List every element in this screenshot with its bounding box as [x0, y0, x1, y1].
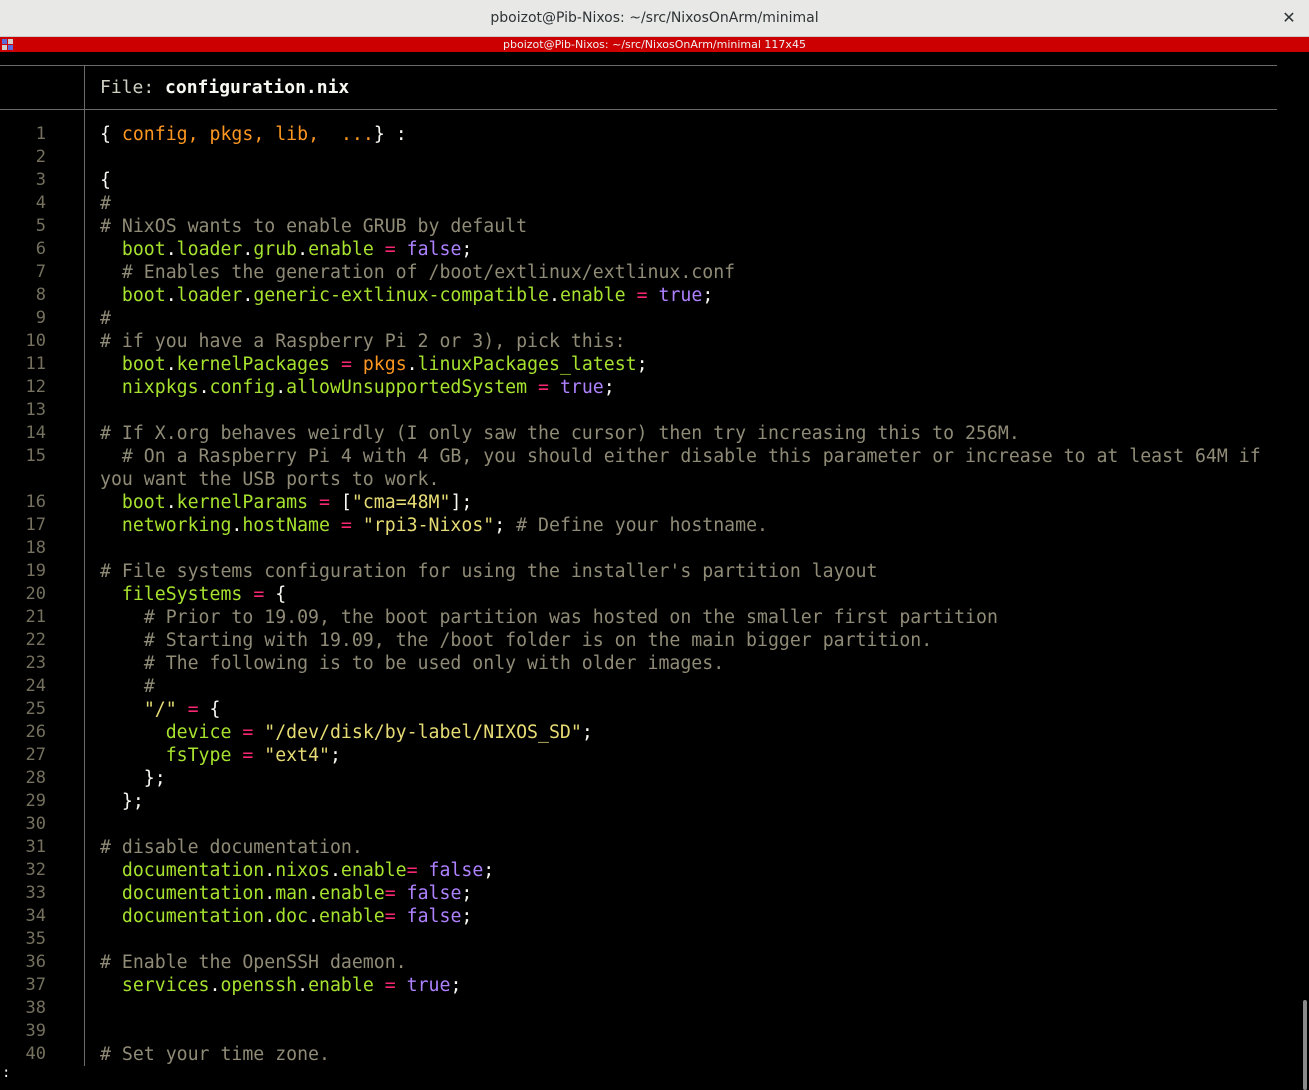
window-titlebar: pboizot@Pib-Nixos: ~/src/NixosOnArm/mini… [0, 0, 1309, 37]
line-number: 28 [25, 768, 46, 788]
code-line: # [100, 308, 111, 329]
code-line: # Enables the generation of /boot/extlin… [121, 262, 736, 283]
code-line: # NixOS wants to enable GRUB by default [100, 216, 528, 237]
line-number: 4 [35, 193, 46, 213]
line-number: 34 [25, 906, 46, 926]
terminal-tab-title: pboizot@Pib-Nixos: ~/src/NixosOnArm/mini… [503, 38, 806, 51]
code-line: networking.hostName = "rpi3-Nixos"; # De… [121, 515, 768, 536]
line-number: 29 [25, 791, 46, 811]
line-number: 7 [35, 262, 46, 282]
code-line: fsType = "ext4"; [165, 745, 341, 766]
line-number: 25 [25, 699, 46, 719]
code-line: # disable documentation. [100, 837, 363, 858]
terminal-viewport[interactable]: File: configuration.nix 1 2 3 4 5 6 7 8 9 10 11 12 1… [0, 52, 1309, 1090]
line-number: 5 [35, 216, 46, 236]
line-number: 26 [25, 722, 46, 742]
code-line: device = "/dev/disk/by-label/NIXOS_SD"; [165, 722, 593, 743]
line-number: 39 [25, 1021, 46, 1041]
close-icon[interactable]: ✕ [1277, 6, 1301, 30]
code-line: # Prior to 19.09, the boot partition was… [143, 607, 998, 628]
line-number: 22 [25, 630, 46, 650]
code-line: # If X.org behaves weirdly (I only saw t… [100, 423, 1020, 444]
code-line: }; [100, 791, 144, 812]
line-number: 3 [35, 170, 46, 190]
line-number: 1 [35, 124, 46, 144]
code-line: { config, pkgs, lib, ...} : [100, 124, 407, 145]
line-number: 20 [25, 584, 46, 604]
code-line: # File systems configuration for using t… [100, 561, 878, 582]
line-number: 18 [25, 538, 46, 558]
header-bottom-rule [0, 109, 1277, 110]
line-number: 35 [25, 929, 46, 949]
code-line: services.openssh.enable = true; [121, 975, 462, 996]
file-header: File: configuration.nix [100, 77, 349, 99]
code-line: documentation.doc.enable= false; [121, 906, 473, 927]
code-line: # if you have a Raspberry Pi 2 or 3), pi… [100, 331, 626, 352]
code-line: # [100, 193, 111, 214]
pager-prompt[interactable]: : [2, 1065, 10, 1081]
terminal-tab-bar: pboizot@Pib-Nixos: ~/src/NixosOnArm/mini… [0, 37, 1309, 52]
line-number: 11 [25, 354, 46, 374]
line-number: 10 [25, 331, 46, 351]
code-line: # Enable the OpenSSH daemon. [100, 952, 407, 973]
code-line: boot.loader.grub.enable = false; [121, 239, 473, 260]
file-name: configuration.nix [165, 77, 350, 98]
code-area[interactable]: { config, pkgs, lib, ...} :{# # NixOS wan… [100, 123, 1275, 1066]
line-number: 8 [35, 285, 46, 305]
file-label: File: [100, 77, 166, 98]
code-line: { [100, 170, 111, 191]
line-number: 6 [35, 239, 46, 259]
line-number: 17 [25, 515, 46, 535]
header-divider [84, 66, 85, 109]
code-line: documentation.nixos.enable= false; [121, 860, 495, 881]
line-number: 9 [35, 308, 46, 328]
code-line: # On a Raspberry Pi 4 with 4 GB, you sho… [100, 446, 1272, 490]
line-number: 36 [25, 952, 46, 972]
code-line: boot.loader.generic-extlinux-compatible.… [121, 285, 714, 306]
gutter-divider [84, 110, 85, 1066]
line-number-gutter: 1 2 3 4 5 6 7 8 9 10 11 12 13 14 15 16 17 18 19 20 21 22 23 24 2… [0, 123, 46, 1066]
line-number: 16 [25, 492, 46, 512]
window-title: pboizot@Pib-Nixos: ~/src/NixosOnArm/mini… [490, 10, 819, 26]
line-number: 30 [25, 814, 46, 834]
line-number: 21 [25, 607, 46, 627]
code-line: documentation.man.enable= false; [121, 883, 473, 904]
code-line: }; [100, 768, 166, 789]
line-number: 19 [25, 561, 46, 581]
line-number: 2 [35, 147, 46, 167]
line-number: 31 [25, 837, 46, 857]
code-line: # Set your time zone. [100, 1044, 330, 1065]
scrollbar-thumb[interactable] [1303, 1000, 1307, 1090]
code-line: "/" = { [143, 699, 221, 720]
line-number: 13 [25, 400, 46, 420]
code-line: # [143, 676, 155, 697]
line-number: 38 [25, 998, 46, 1018]
line-number: 32 [25, 860, 46, 880]
code-line: # The following is to be used only with … [143, 653, 725, 674]
line-number: 27 [25, 745, 46, 765]
line-number: 23 [25, 653, 46, 673]
code-line: boot.kernelParams = ["cma=48M"]; [121, 492, 473, 513]
code-line: fileSystems = { [121, 584, 287, 605]
line-number: 15 [25, 446, 46, 466]
header-top-rule [0, 65, 1277, 66]
line-number: 12 [25, 377, 46, 397]
code-line: nixpkgs.config.allowUnsupportedSystem = … [121, 377, 615, 398]
line-number: 40 [25, 1044, 46, 1064]
code-line: boot.kernelPackages = pkgs.linuxPackages… [121, 354, 648, 375]
line-number: 14 [25, 423, 46, 443]
line-number: 37 [25, 975, 46, 995]
line-number: 24 [25, 676, 46, 696]
line-number: 33 [25, 883, 46, 903]
code-line: # Starting with 19.09, the /boot folder … [143, 630, 933, 651]
